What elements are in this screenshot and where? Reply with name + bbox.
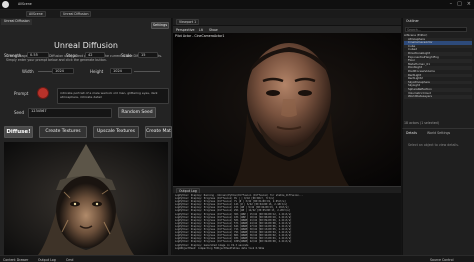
- level-viewport[interactable]: Pilot Actor - CineCameraActor1: [173, 33, 401, 186]
- strength-field[interactable]: 0.55: [27, 52, 49, 58]
- diffuse-button[interactable]: Diffuse!: [4, 126, 33, 138]
- plugin-title: Unreal Diffusion: [54, 41, 118, 50]
- prompt-color-swatch[interactable]: [37, 87, 49, 99]
- outliner-title: Outliner: [406, 19, 419, 23]
- seed-label: Seed: [14, 110, 24, 115]
- output-log-header: Output Log: [173, 186, 401, 194]
- width-label: Width: [22, 69, 34, 74]
- viewport-header: Viewport 1: [173, 18, 401, 26]
- source-control-button[interactable]: Source Control: [430, 258, 453, 262]
- window-controls: – □ ×: [450, 1, 471, 8]
- height-label: Height: [90, 69, 104, 74]
- outliner-footer: 18 actors (1 selected): [404, 121, 439, 125]
- outliner-item[interactable]: WorldDataLayers: [404, 95, 472, 99]
- minimize-icon[interactable]: –: [450, 1, 453, 8]
- tab-viewport[interactable]: Viewport 1: [176, 19, 200, 25]
- title-bar: AllScene – □ ×: [0, 0, 474, 10]
- details-panel: Details World Settings Select an object …: [402, 128, 474, 255]
- output-log-button[interactable]: Output Log: [38, 258, 56, 262]
- viewport-mode-dropdown[interactable]: Perspective: [176, 28, 194, 32]
- close-icon[interactable]: ×: [467, 1, 471, 8]
- tab-unreal-diffusion[interactable]: Unreal Diffusion: [60, 11, 92, 17]
- random-seed-button[interactable]: Random Seed: [118, 107, 156, 118]
- cmd-button[interactable]: Cmd: [66, 258, 73, 262]
- settings-button[interactable]: Settings: [151, 22, 169, 29]
- height-field[interactable]: 1024: [110, 68, 132, 74]
- scale-field[interactable]: 15: [138, 52, 158, 58]
- seed-input[interactable]: 1234567: [28, 108, 112, 118]
- outliner-search-input[interactable]: Search...: [405, 27, 467, 32]
- world-settings-tab[interactable]: World Settings: [427, 131, 450, 135]
- steps-field[interactable]: 42: [85, 52, 105, 58]
- upscale-textures-button[interactable]: Upscale Textures: [93, 126, 139, 138]
- height-slider[interactable]: [134, 71, 160, 72]
- tab-allscene[interactable]: AllScene: [26, 11, 46, 17]
- scale-label: Scale: [121, 53, 132, 58]
- warlock-portrait-image: [4, 142, 168, 259]
- create-textures-button[interactable]: Create Textures: [39, 126, 87, 138]
- viewport-toolbar: Perspective Lit Show: [173, 26, 401, 33]
- maximize-icon[interactable]: □: [457, 1, 462, 8]
- pilot-actor-label: Pilot Actor - CineCameraActor1: [175, 34, 225, 38]
- prompt-input[interactable]: intricate portrait of a male warlock old…: [57, 88, 169, 104]
- create-material-button[interactable]: Create Mat: [145, 126, 172, 138]
- steps-label: Steps: [66, 53, 78, 58]
- strength-label: Strength: [4, 53, 22, 58]
- prompt-label: Prompt: [14, 91, 29, 96]
- unreal-logo-icon: [2, 1, 9, 8]
- log-line: LogUObjectHash: Compacting FUObjectHashT…: [175, 246, 265, 250]
- details-title[interactable]: Details: [406, 131, 417, 135]
- viewport-show-dropdown[interactable]: Show: [209, 28, 218, 32]
- panel-tab[interactable]: Unreal Diffusion: [1, 19, 33, 25]
- status-bar: Content Drawer Output Log Cmd Source Con…: [0, 255, 474, 262]
- metahuman-render: [173, 33, 401, 186]
- unreal-diffusion-panel: Unreal Diffusion Settings Unreal Diffusi…: [0, 18, 172, 262]
- details-empty-message: Select an object to view details.: [408, 143, 459, 147]
- content-drawer-button[interactable]: Content Drawer: [3, 258, 28, 262]
- viewport-lit-dropdown[interactable]: Lit: [199, 28, 203, 32]
- project-name: AllScene: [18, 2, 32, 6]
- width-field[interactable]: 1024: [52, 68, 74, 74]
- output-log[interactable]: LogPython: Display: Running ./Unreal/Pyt…: [173, 193, 401, 255]
- generated-image: [4, 142, 168, 259]
